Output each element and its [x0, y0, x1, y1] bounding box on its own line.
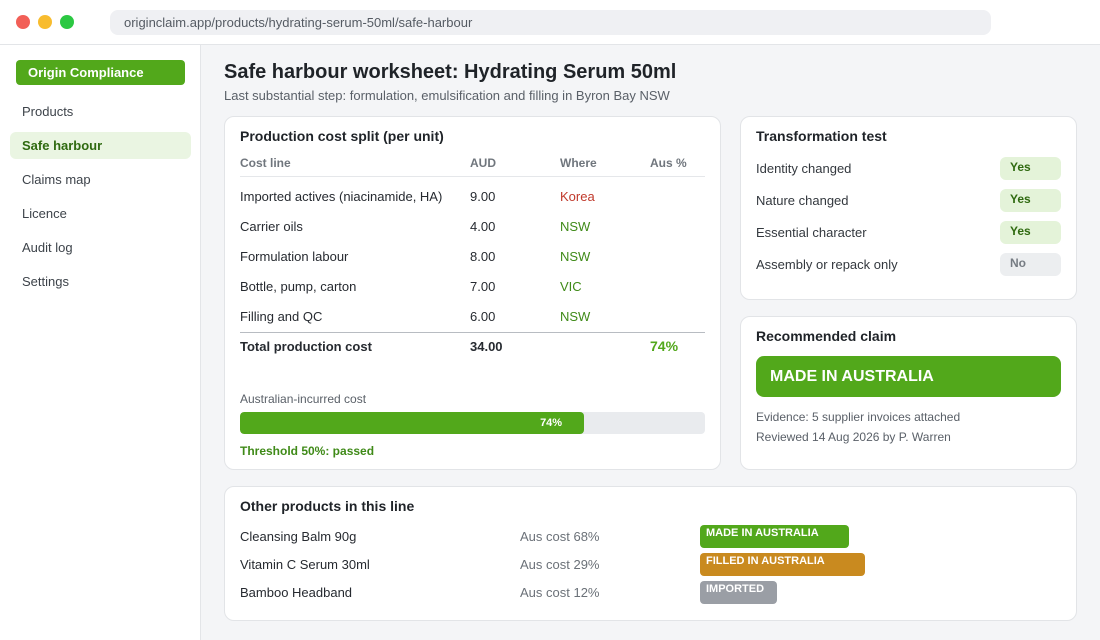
- evidence-text: Evidence: 5 supplier invoices attached: [756, 410, 961, 424]
- transformation-test-card: Transformation test Identity changed Yes…: [740, 116, 1077, 300]
- sidebar: Origin Compliance Products Safe harbour …: [0, 45, 201, 640]
- test-result-badge: Yes: [1000, 157, 1061, 180]
- sidebar-item-licence[interactable]: Licence: [10, 200, 191, 227]
- product-aus-cost: Aus cost 68%: [520, 529, 600, 544]
- cost-line-name: Formulation labour: [240, 249, 349, 264]
- progress-value: 74%: [540, 417, 563, 429]
- cost-split-card: Production cost split (per unit) Cost li…: [224, 116, 721, 470]
- product-claim-badge: IMPORTED: [700, 581, 777, 604]
- total-divider: [240, 332, 705, 333]
- product-name-link[interactable]: Bamboo Headband: [240, 585, 352, 600]
- progress-fill: 74%: [240, 412, 585, 434]
- australian-cost-progress-bar: 74%: [240, 412, 705, 434]
- address-bar[interactable]: originclaim.app/products/hydrating-serum…: [110, 10, 991, 35]
- card-title: Production cost split (per unit): [240, 128, 444, 144]
- window-maximize-icon[interactable]: [60, 15, 74, 29]
- total-label: Total production cost: [240, 339, 372, 354]
- cost-line-name: Carrier oils: [240, 219, 303, 234]
- cost-line-where: VIC: [560, 279, 582, 294]
- window-minimize-icon[interactable]: [38, 15, 52, 29]
- cost-line-name: Bottle, pump, carton: [240, 279, 357, 294]
- product-claim-badge: FILLED IN AUSTRALIA: [700, 553, 865, 576]
- product-aus-cost: Aus cost 29%: [520, 557, 600, 572]
- test-result-badge: No: [1000, 253, 1061, 276]
- cost-line-where: NSW: [560, 249, 591, 264]
- card-title: Recommended claim: [756, 328, 897, 344]
- product-name-link[interactable]: Vitamin C Serum 30ml: [240, 557, 370, 572]
- sidebar-item-audit-log[interactable]: Audit log: [10, 234, 191, 261]
- test-label: Assembly or repack only: [756, 257, 898, 272]
- threshold-status: Threshold 50%: passed: [240, 444, 375, 458]
- window-close-icon[interactable]: [16, 15, 30, 29]
- reviewed-text: Reviewed 14 Aug 2026 by P. Warren: [756, 430, 951, 444]
- test-label: Identity changed: [756, 161, 852, 176]
- product-name-link[interactable]: Cleansing Balm 90g: [240, 529, 356, 544]
- card-title: Transformation test: [756, 128, 887, 144]
- test-label: Essential character: [756, 225, 867, 240]
- column-header-where: Where: [560, 156, 597, 170]
- test-result-badge: Yes: [1000, 189, 1061, 212]
- cost-line-aud: 6.00: [470, 309, 496, 324]
- sidebar-item-products[interactable]: Products: [10, 98, 191, 125]
- cost-line-where: Korea: [560, 189, 595, 204]
- total-aus-pct: 74%: [650, 338, 679, 354]
- product-claim-badge: MADE IN AUSTRALIA: [700, 525, 849, 548]
- total-aud: 34.00: [470, 339, 503, 354]
- cost-line-where: NSW: [560, 219, 591, 234]
- test-result-badge: Yes: [1000, 221, 1061, 244]
- cost-line-aud: 8.00: [470, 249, 496, 264]
- sidebar-item-safe-harbour[interactable]: Safe harbour: [10, 132, 191, 159]
- cost-line-aud: 7.00: [470, 279, 496, 294]
- column-header-aus-pct: Aus %: [650, 156, 687, 170]
- progress-label: Australian-incurred cost: [240, 392, 367, 406]
- recommended-claim-card: Recommended claim MADE IN AUSTRALIA Evid…: [740, 316, 1077, 470]
- browser-chrome: originclaim.app/products/hydrating-serum…: [0, 0, 1100, 45]
- claim-badge: MADE IN AUSTRALIA: [756, 356, 1061, 397]
- page-title: Safe harbour worksheet: Hydrating Serum …: [224, 61, 677, 83]
- page-subtitle: Last substantial step: formulation, emul…: [224, 88, 670, 103]
- other-products-card: Other products in this line Cleansing Ba…: [224, 486, 1077, 621]
- card-title: Other products in this line: [240, 498, 415, 514]
- cost-line-name: Filling and QC: [240, 309, 323, 324]
- cost-line-name: Imported actives (niacinamide, HA): [240, 189, 443, 204]
- table-header-divider: [240, 176, 705, 177]
- product-aus-cost: Aus cost 12%: [520, 585, 600, 600]
- cost-line-aud: 9.00: [470, 189, 496, 204]
- cost-line-aud: 4.00: [470, 219, 496, 234]
- brand-logo[interactable]: Origin Compliance: [16, 60, 185, 85]
- sidebar-item-claims-map[interactable]: Claims map: [10, 166, 191, 193]
- cost-line-where: NSW: [560, 309, 591, 324]
- sidebar-item-settings[interactable]: Settings: [10, 268, 191, 295]
- column-header-cost-line: Cost line: [240, 156, 291, 170]
- column-header-aud: AUD: [470, 156, 496, 170]
- test-label: Nature changed: [756, 193, 849, 208]
